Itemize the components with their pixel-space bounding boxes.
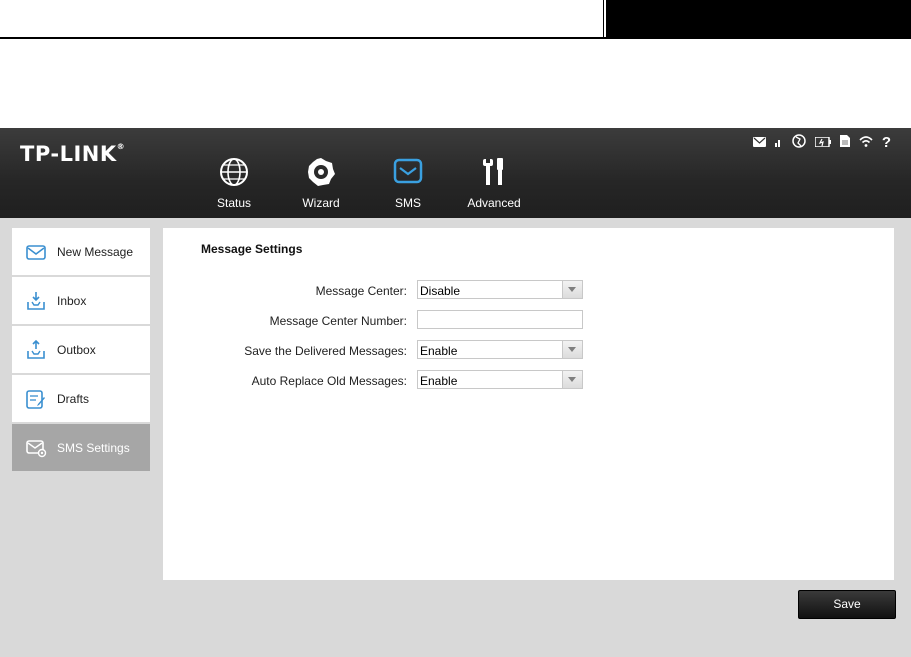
message-center-value: Disable bbox=[420, 284, 461, 298]
globe-icon bbox=[220, 158, 248, 186]
tools-icon bbox=[483, 158, 503, 185]
auto-replace-row: Auto Replace Old Messages: Enable bbox=[163, 370, 894, 392]
nav-wizard[interactable]: Wizard bbox=[281, 153, 361, 210]
signal-icon bbox=[774, 136, 783, 150]
save-delivered-value: Enable bbox=[420, 344, 458, 358]
auto-replace-label: Auto Replace Old Messages: bbox=[251, 374, 407, 388]
nav-status-label: Status bbox=[216, 196, 252, 210]
message-center-number-row: Message Center Number: bbox=[163, 310, 894, 332]
chevron-down-icon[interactable] bbox=[562, 281, 582, 298]
nav-advanced[interactable]: Advanced bbox=[454, 153, 534, 210]
envelope-icon bbox=[393, 158, 423, 184]
logo-text: TP-LINK bbox=[20, 142, 117, 166]
logo-registered-mark: ® bbox=[116, 142, 126, 151]
inbox-icon bbox=[27, 292, 45, 310]
message-center-label: Message Center: bbox=[315, 284, 407, 298]
chevron-down-icon[interactable] bbox=[562, 371, 582, 388]
message-icon[interactable] bbox=[752, 136, 766, 150]
sidebar-item-new-message[interactable]: New Message bbox=[12, 228, 150, 277]
nav-status[interactable]: Status bbox=[194, 153, 274, 210]
save-delivered-row: Save the Delivered Messages: Enable bbox=[163, 340, 894, 362]
sidebar-item-label: Outbox bbox=[57, 343, 96, 357]
save-delivered-label: Save the Delivered Messages: bbox=[244, 344, 407, 358]
sidebar-item-sms-settings[interactable]: SMS Settings bbox=[12, 424, 150, 473]
tp-link-logo: TP-LINK® bbox=[20, 142, 125, 166]
chevron-down-icon[interactable] bbox=[562, 341, 582, 358]
nav-wizard-label: Wizard bbox=[302, 196, 340, 210]
message-center-select[interactable]: Disable bbox=[417, 280, 583, 299]
sidebar-item-drafts[interactable]: Drafts bbox=[12, 375, 150, 424]
save-button[interactable]: Save bbox=[798, 590, 896, 619]
gear-icon bbox=[308, 158, 335, 186]
sidebar-item-label: Inbox bbox=[57, 294, 87, 308]
nav-advanced-label: Advanced bbox=[467, 196, 521, 210]
message-center-number-input[interactable] bbox=[417, 310, 583, 329]
new-message-icon bbox=[26, 245, 46, 260]
sim-card-icon bbox=[839, 135, 850, 150]
header-rule bbox=[0, 37, 911, 39]
auto-replace-select[interactable]: Enable bbox=[417, 370, 583, 389]
wifi-icon bbox=[859, 135, 873, 150]
status-icons: ? bbox=[752, 134, 891, 151]
sidebar-item-label: SMS Settings bbox=[57, 441, 130, 455]
outbox-icon bbox=[27, 339, 45, 359]
sidebar-item-outbox[interactable]: Outbox bbox=[12, 326, 150, 375]
message-center-row: Message Center: Disable bbox=[163, 280, 894, 302]
message-settings-panel: Message Settings Message Center: Disable… bbox=[163, 228, 894, 580]
nav-sms[interactable]: SMS bbox=[368, 153, 448, 210]
sms-settings-icon bbox=[26, 440, 47, 458]
header-separator bbox=[603, 0, 604, 39]
sms-sidebar: New Message Inbox Outbox Drafts SMS Sett… bbox=[12, 228, 150, 473]
header-black-block bbox=[606, 0, 911, 39]
internet-icon bbox=[792, 134, 806, 151]
nav-sms-label: SMS bbox=[394, 196, 421, 210]
sidebar-item-label: New Message bbox=[57, 245, 134, 259]
sidebar-item-label: Drafts bbox=[57, 392, 90, 406]
drafts-icon bbox=[26, 390, 45, 409]
top-bar: TP-LINK® Status Wizard SMS Advanced ? bbox=[0, 128, 911, 218]
document-header bbox=[0, 0, 911, 40]
page-title: Message Settings bbox=[201, 242, 303, 256]
auto-replace-value: Enable bbox=[420, 374, 458, 388]
battery-icon bbox=[814, 135, 831, 150]
save-delivered-select[interactable]: Enable bbox=[417, 340, 583, 359]
sidebar-item-inbox[interactable]: Inbox bbox=[12, 277, 150, 326]
router-web-ui: TP-LINK® Status Wizard SMS Advanced ? Ne… bbox=[0, 128, 911, 657]
message-center-number-label: Message Center Number: bbox=[269, 314, 407, 328]
help-icon[interactable]: ? bbox=[882, 135, 891, 150]
